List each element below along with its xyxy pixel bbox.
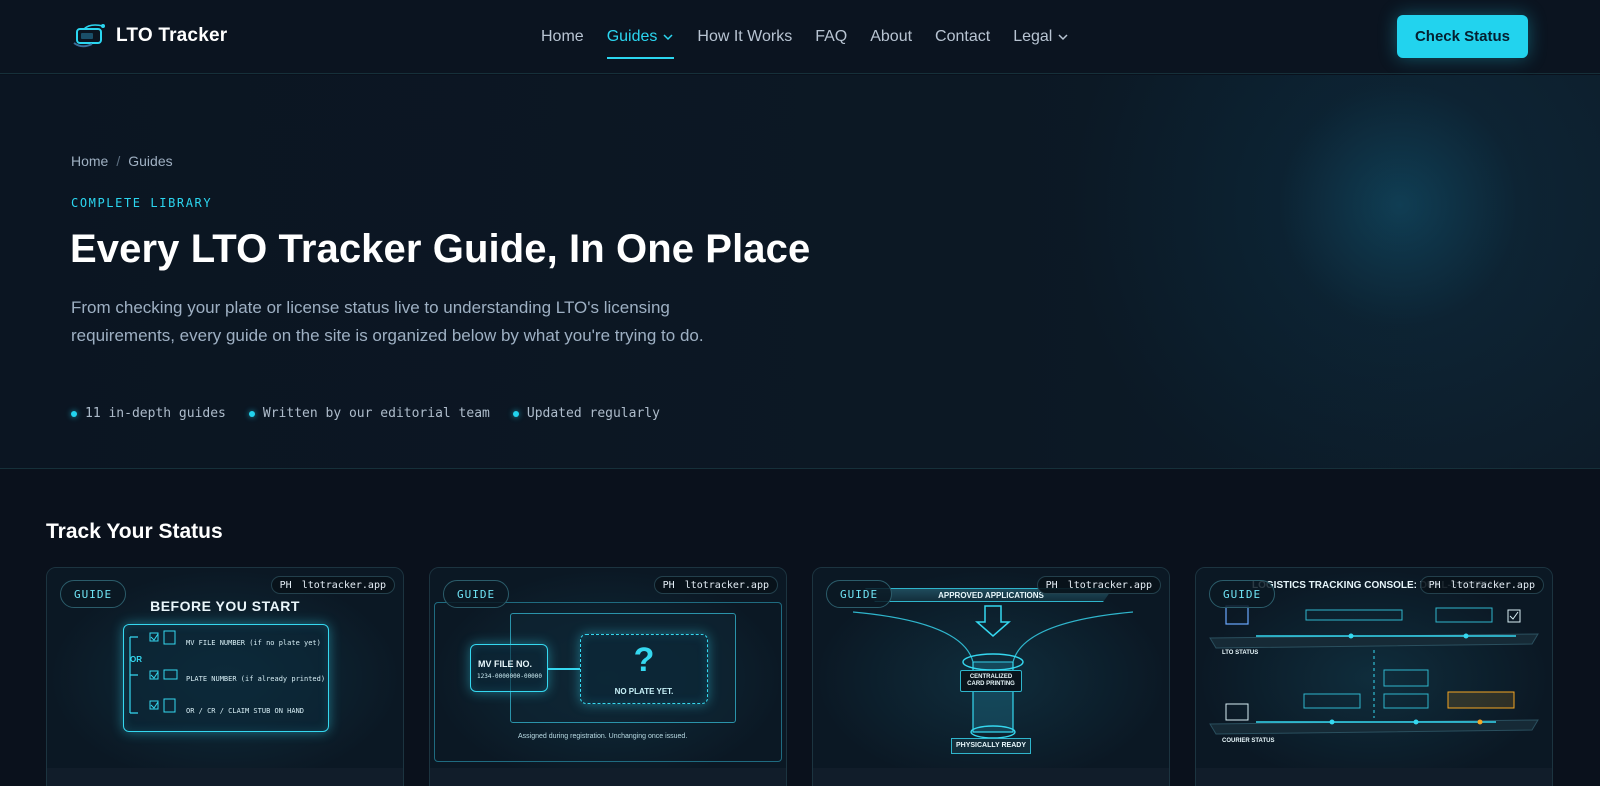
stat-editorial: Written by our editorial team — [248, 406, 490, 421]
checklist-item-3: OR / CR / CLAIM STUB ON HAND — [186, 707, 305, 715]
nav-how-it-works[interactable]: How It Works — [697, 22, 792, 52]
watermark-badge: PH ltotracker.app — [653, 576, 778, 594]
breadcrumb-home[interactable]: Home — [71, 153, 108, 169]
guide-card-before-you-start[interactable]: BEFORE YOU START MV FILE NUMBER (if no p… — [46, 567, 404, 786]
stat-updated: Updated regularly — [512, 406, 660, 421]
hero-description: From checking your plate or license stat… — [71, 298, 704, 345]
hero-stats: 11 in-depth guides Written by our editor… — [71, 406, 660, 421]
site-header: LTO Tracker Home Guides How It Works FAQ… — [0, 0, 1600, 74]
guide-badge: GUIDE — [60, 580, 127, 608]
check-status-button[interactable]: Check Status — [1397, 15, 1528, 58]
card-footer — [813, 768, 1169, 786]
breadcrumb: Home / Guides — [71, 153, 173, 169]
nav-guides-label: Guides — [606, 28, 658, 45]
bullet-dot-icon — [512, 410, 519, 417]
card-footer — [47, 768, 403, 786]
connector — [548, 668, 580, 670]
stat-guide-count-label: 11 in-depth guides — [85, 406, 226, 421]
page-title: Every LTO Tracker Guide, In One Place — [70, 227, 811, 271]
watermark-country: PH — [1045, 579, 1058, 591]
stat-updated-label: Updated regularly — [526, 406, 660, 421]
card-footer — [430, 768, 786, 786]
nav-faq[interactable]: FAQ — [815, 22, 847, 52]
tracker-logo-icon — [72, 22, 106, 50]
guide-card-mv-file-number[interactable]: MV FILE NO. 1234-0000000-00000 ? NO PLAT… — [429, 567, 787, 786]
mid-label: CENTRALIZED CARD PRINTING — [967, 674, 1015, 687]
watermark-country: PH — [279, 579, 292, 591]
section-title: Track Your Status — [46, 520, 223, 543]
nav-contact[interactable]: Contact — [935, 22, 990, 52]
brand-name: LTO Tracker — [116, 25, 228, 46]
mv-file-label: MV FILE NO. — [478, 659, 532, 669]
nav-about-label: About — [870, 28, 913, 45]
bottom-label: PHYSICALLY READY — [955, 742, 1027, 749]
guide-badge: GUIDE — [826, 580, 893, 608]
watermark-site: ltotracker.app — [684, 579, 769, 591]
guide-badge: GUIDE — [1209, 580, 1276, 608]
bullet-dot-icon — [71, 410, 77, 417]
nav-about[interactable]: About — [870, 22, 912, 52]
breadcrumb-current: Guides — [128, 153, 173, 169]
nav-home-label: Home — [541, 28, 584, 45]
watermark-site: ltotracker.app — [1067, 579, 1152, 591]
chevron-down-icon — [1058, 34, 1068, 41]
brand-logo[interactable]: LTO Tracker — [72, 22, 227, 50]
main-nav: Home Guides How It Works FAQ About Conta… — [541, 0, 1069, 74]
nav-home[interactable]: Home — [541, 22, 584, 52]
nav-how-it-works-label: How It Works — [697, 28, 793, 45]
stat-guide-count: 11 in-depth guides — [71, 406, 226, 421]
watermark-badge: PH ltotracker.app — [1419, 576, 1544, 594]
watermark-badge: PH ltotracker.app — [1036, 576, 1161, 594]
stat-editorial-label: Written by our editorial team — [262, 406, 490, 421]
lto-status-label: LTO STATUS — [1222, 650, 1259, 656]
mv-file-tag: MV FILE NO. 1234-0000000-00000 — [470, 644, 548, 692]
chevron-down-icon — [663, 34, 673, 41]
watermark-country: PH — [1428, 579, 1441, 591]
mv-file-number: 1234-0000000-00000 — [477, 673, 543, 680]
watermark-site: ltotracker.app — [1450, 579, 1535, 591]
guide-card-dual-tracking[interactable]: LOGISTICS TRACKING CONSOLE: DUAL-SYSTEM … — [1195, 567, 1553, 786]
hero-eyebrow: COMPLETE LIBRARY — [71, 196, 213, 210]
nav-contact-label: Contact — [935, 28, 991, 45]
nav-legal-label: Legal — [1013, 28, 1053, 45]
checklist-panel: MV FILE NUMBER (if no plate yet) PLATE N… — [123, 624, 329, 732]
guide-card-card-printing[interactable]: APPROVED APPLICATIONS CENTRALIZED CARD P… — [812, 567, 1170, 786]
hero-section: Home / Guides COMPLETE LIBRARY Every LTO… — [0, 75, 1600, 469]
no-plate-label: NO PLATE YET. — [614, 687, 674, 696]
card-footer — [1196, 768, 1552, 786]
nav-legal[interactable]: Legal — [1013, 22, 1069, 52]
nav-faq-label: FAQ — [815, 28, 848, 45]
watermark-country: PH — [662, 579, 675, 591]
breadcrumb-separator: / — [116, 153, 121, 169]
empty-plate: ? NO PLATE YET. — [580, 634, 708, 704]
guide-badge: GUIDE — [443, 580, 510, 608]
watermark-site: ltotracker.app — [301, 579, 386, 591]
checklist-item-2: PLATE NUMBER (if already printed) — [186, 675, 326, 683]
nav-guides[interactable]: Guides — [606, 22, 675, 59]
watermark-badge: PH ltotracker.app — [270, 576, 395, 594]
card-caption: Assigned during registration. Unchanging… — [518, 733, 688, 740]
checklist-item-1: MV FILE NUMBER (if no plate yet) — [186, 639, 321, 647]
or-label: OR — [130, 655, 142, 664]
question-mark: ? — [633, 641, 655, 679]
courier-status-label: COURIER STATUS — [1222, 738, 1275, 744]
bullet-dot-icon — [248, 410, 255, 417]
